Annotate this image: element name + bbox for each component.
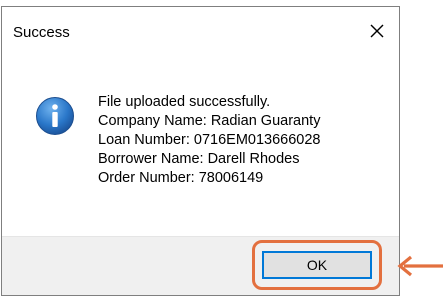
close-icon[interactable] <box>365 19 389 43</box>
message-line-borrower: Borrower Name: Darell Rhodes <box>98 151 300 167</box>
message-line-loan: Loan Number: 0716EM013666028 <box>98 132 321 148</box>
ok-button[interactable]: OK <box>262 251 372 279</box>
message-line-order: Order Number: 78006149 <box>98 170 264 186</box>
dialog-titlebar: Success <box>2 7 399 59</box>
arrow-left-icon <box>397 255 443 277</box>
dialog-content: File uploaded successfully. Company Name… <box>2 59 399 236</box>
dialog-message: File uploaded successfully. Company Name… <box>98 93 321 188</box>
message-line-status: File uploaded successfully. <box>98 94 271 110</box>
message-line-company: Company Name: Radian Guaranty <box>98 113 321 129</box>
info-icon <box>36 97 74 135</box>
dialog-title: Success <box>13 24 70 41</box>
